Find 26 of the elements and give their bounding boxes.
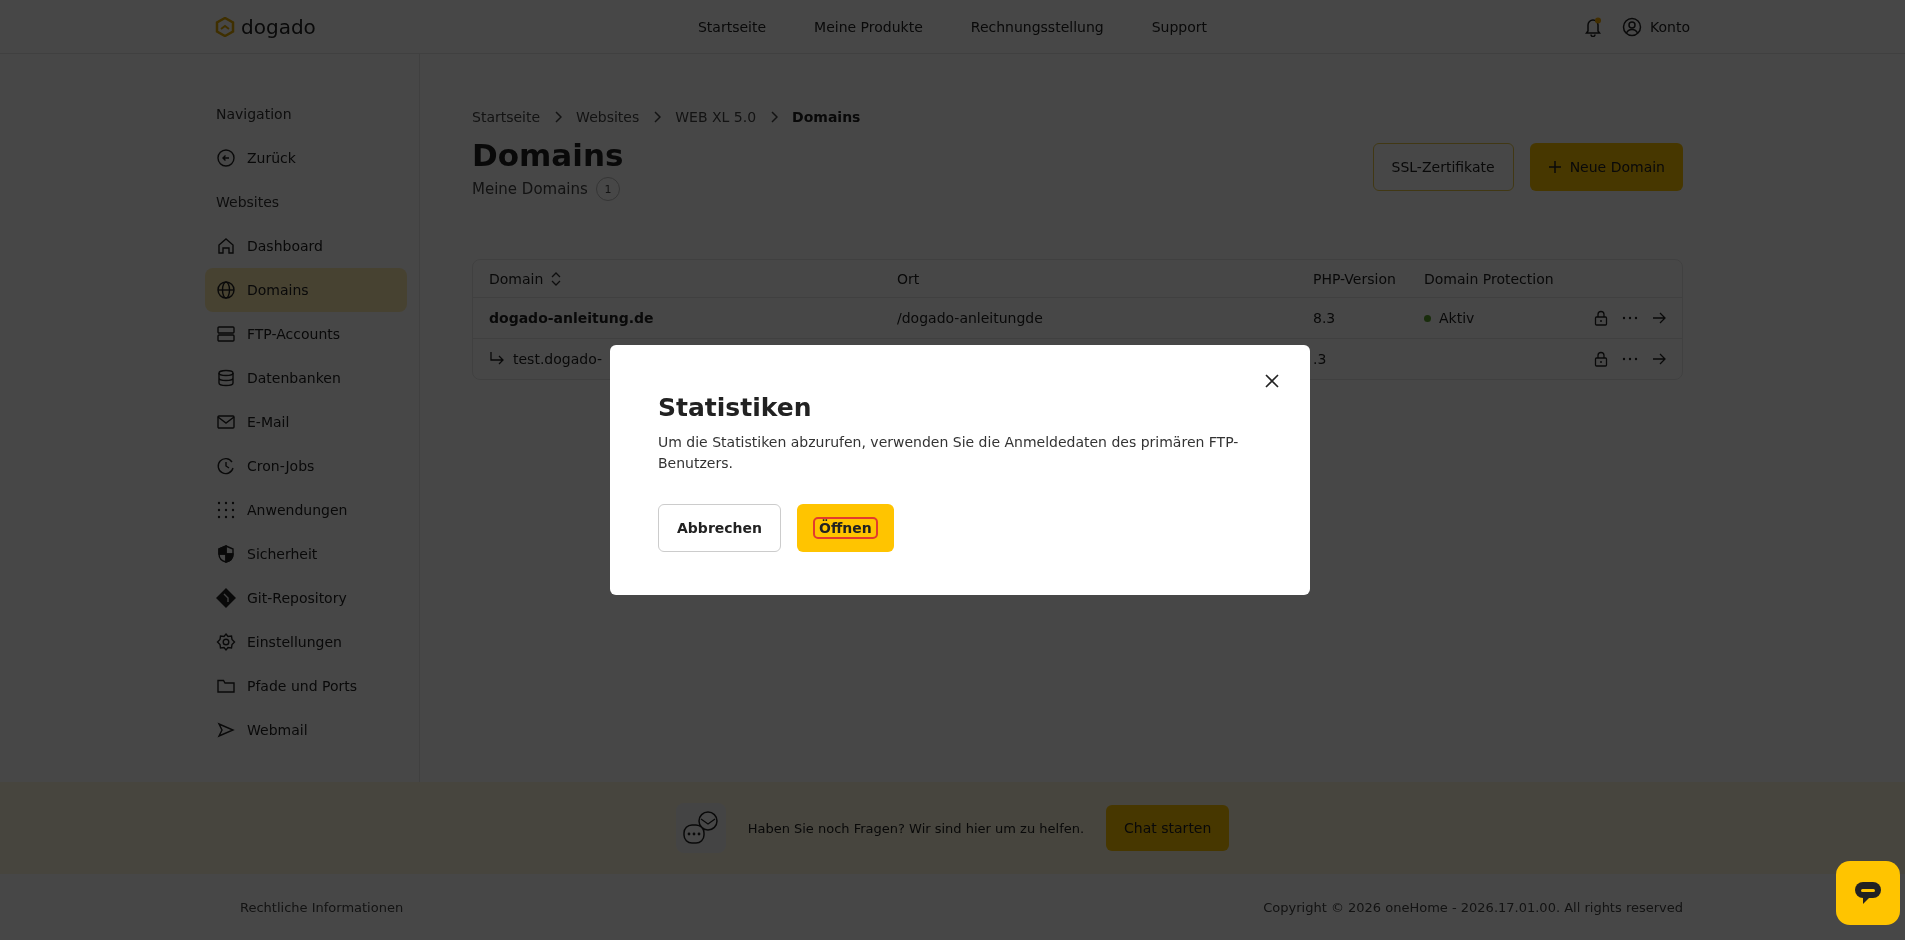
nav-link[interactable]: Meine Produkte: [814, 18, 923, 35]
breadcrumb-link[interactable]: Domains: [792, 109, 861, 125]
chat-bubble-icon: [1853, 880, 1883, 906]
close-icon[interactable]: [1264, 373, 1280, 389]
chat-launcher-button[interactable]: [1836, 861, 1900, 925]
page-title: Domains: [472, 137, 624, 173]
dialog-title: Statistiken: [658, 393, 813, 422]
path-cell: /dogado-anleitungde: [897, 310, 1043, 326]
column-header[interactable]: PHP-Version: [1313, 270, 1396, 287]
domain-cell[interactable]: test.dogado-: [513, 351, 603, 367]
column-header[interactable]: Ort: [897, 270, 920, 287]
status-text: Aktiv: [1439, 310, 1475, 326]
domain-cell[interactable]: dogado-anleitung.de: [489, 310, 654, 326]
open-button[interactable]: Öffnen: [797, 504, 894, 552]
php-version-cell: .3: [1313, 351, 1327, 367]
sidebar-section-title: Navigation: [215, 105, 293, 124]
help-text: Haben Sie noch Fragen? Wir sind hier um zu helfen.: [747, 820, 1085, 836]
nav-link[interactable]: Support: [1151, 18, 1207, 35]
sidebar-section-title: Websites: [215, 193, 281, 212]
nav-link[interactable]: Rechnungsstellung: [970, 18, 1104, 35]
nav-link[interactable]: Startseite: [697, 18, 767, 35]
php-version-cell: 8.3: [1313, 310, 1336, 326]
column-header[interactable]: Domain Protection: [1424, 270, 1554, 287]
dialog-text: Um die Statistiken abzurufen, verwenden Sie die Anmeldedaten des primären FTP-Benutzers.: [658, 433, 1240, 473]
column-header[interactable]: Domain: [489, 270, 544, 287]
cancel-button[interactable]: Abbrechen: [658, 504, 781, 552]
